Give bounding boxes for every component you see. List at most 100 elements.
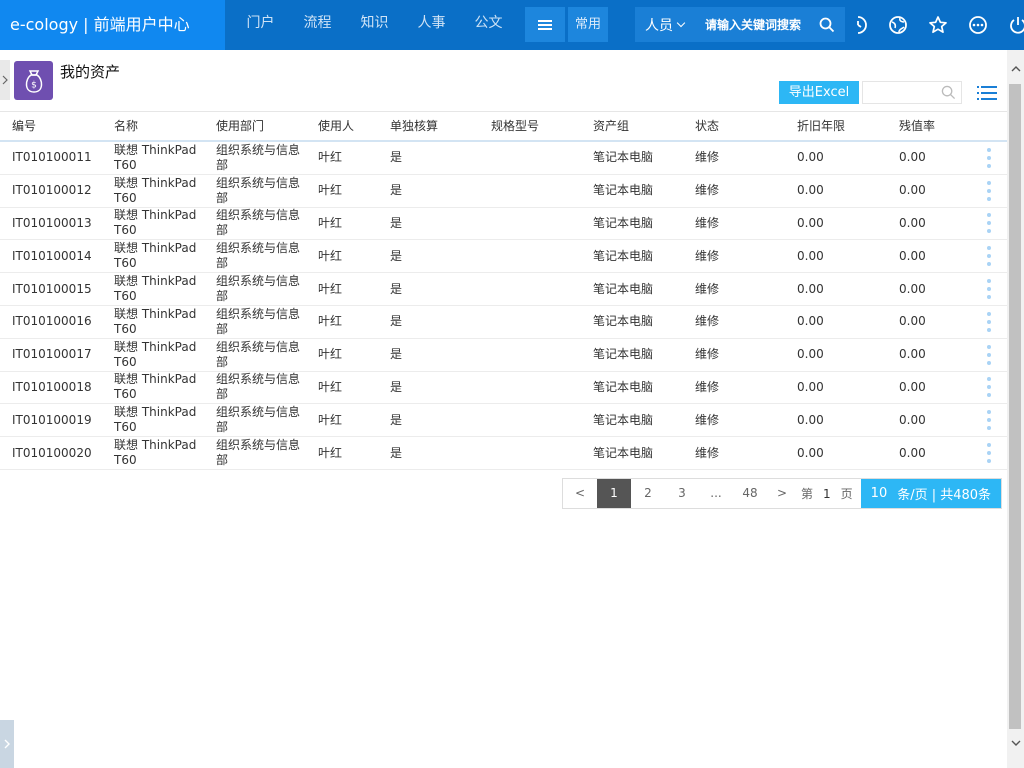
row-actions xyxy=(971,405,1007,435)
cell-depreciation-years: 0.00 xyxy=(797,248,824,263)
globe-icon[interactable] xyxy=(878,0,918,50)
page-size-select[interactable]: 10 条/页 | 共480条 xyxy=(860,479,1002,508)
row-actions xyxy=(971,274,1007,304)
clock-icon[interactable] xyxy=(838,0,878,50)
cell-separate-accounting: 是 xyxy=(390,215,403,230)
nav-item-knowledge[interactable]: 知识 xyxy=(346,0,403,50)
vertical-more-icon[interactable] xyxy=(971,438,1007,468)
nav-item-document[interactable]: 公文 xyxy=(460,0,517,50)
table-row[interactable]: IT010100014 联想 ThinkPad T60 组织系统与信息部 叶红 是 笔记本… xyxy=(0,240,1007,274)
page-button[interactable]: 48 xyxy=(733,479,767,508)
table-row[interactable]: IT010100016 联想 ThinkPad T60 组织系统与信息部 叶红 是 笔记本… xyxy=(0,306,1007,339)
column-header-spec-model[interactable]: 规格型号 xyxy=(479,119,581,134)
table-row[interactable]: IT010100018 联想 ThinkPad T60 组织系统与信息部 叶红 是 笔记本… xyxy=(0,372,1007,405)
cell-name[interactable]: 联想 ThinkPad T60 xyxy=(102,372,204,402)
prev-page-button[interactable]: < xyxy=(563,479,597,508)
table-row[interactable]: IT010100013 联想 ThinkPad T60 组织系统与信息部 叶红 是 笔记本… xyxy=(0,208,1007,241)
search-scope-dropdown[interactable]: 人员 xyxy=(635,15,697,35)
vertical-more-icon[interactable] xyxy=(971,372,1007,402)
cell-asset-group: 笔记本电脑 xyxy=(593,281,654,296)
scrollbar-thumb[interactable] xyxy=(1009,84,1021,729)
cell-status: 维修 xyxy=(695,215,720,230)
table-row[interactable]: IT010100011 联想 ThinkPad T60 组织系统与信息部 叶红 是 笔记本… xyxy=(0,142,1007,175)
search-input[interactable] xyxy=(697,7,813,42)
cell-name[interactable]: 联想 ThinkPad T60 xyxy=(102,143,204,173)
vertical-more-icon[interactable] xyxy=(971,274,1007,304)
scroll-up-icon[interactable] xyxy=(1007,58,1024,80)
nav-item-hr[interactable]: 人事 xyxy=(403,0,460,50)
vertical-more-icon[interactable] xyxy=(971,340,1007,370)
table-row[interactable]: IT010100015 联想 ThinkPad T60 组织系统与信息部 叶红 是 笔记本… xyxy=(0,273,1007,306)
more-icon[interactable] xyxy=(958,0,998,50)
scroll-down-icon[interactable] xyxy=(1007,732,1024,754)
table-row[interactable]: IT010100017 联想 ThinkPad T60 组织系统与信息部 叶红 是 笔记本… xyxy=(0,339,1007,372)
cell-user: 叶红 xyxy=(318,379,343,394)
list-view-icon[interactable] xyxy=(976,82,998,104)
page-size-value: 10 xyxy=(870,486,888,501)
column-header-residual-rate[interactable]: 残值率 xyxy=(887,119,971,134)
column-header-user[interactable]: 使用人 xyxy=(306,119,378,134)
page-button[interactable]: 2 xyxy=(631,479,665,508)
cell-name[interactable]: 联想 ThinkPad T60 xyxy=(102,438,204,468)
vertical-scrollbar[interactable] xyxy=(1007,50,1024,768)
cell-separate-accounting: 是 xyxy=(390,314,403,329)
nav-item-portal[interactable]: 门户 xyxy=(232,0,289,50)
cell-status: 维修 xyxy=(695,281,720,296)
column-header-separate-accounting[interactable]: 单独核算 xyxy=(378,119,479,134)
vertical-more-icon[interactable] xyxy=(971,241,1007,271)
cell-asset-group: 笔记本电脑 xyxy=(593,445,654,460)
table-body: IT010100011 联想 ThinkPad T60 组织系统与信息部 叶红是笔记本… xyxy=(0,142,1007,470)
page-ellipsis[interactable]: ... xyxy=(699,479,733,508)
cell-residual-rate: 0.00 xyxy=(899,379,926,394)
column-header-name[interactable]: 名称 xyxy=(102,119,204,134)
common-button[interactable]: 常用 xyxy=(568,7,608,42)
bottom-expand-handle[interactable] xyxy=(0,720,14,768)
column-header-status[interactable]: 状态 xyxy=(683,119,785,134)
cell-name[interactable]: 联想 ThinkPad T60 xyxy=(102,405,204,435)
column-header-depreciation-years[interactable]: 折旧年限 xyxy=(785,119,887,134)
goto-page-input[interactable]: 1 xyxy=(819,487,835,501)
cell-residual-rate: 0.00 xyxy=(899,445,926,460)
star-icon[interactable] xyxy=(918,0,958,50)
search-icon[interactable] xyxy=(813,7,841,42)
vertical-more-icon[interactable] xyxy=(971,143,1007,173)
cell-user: 叶红 xyxy=(318,150,343,165)
sidebar-expand-handle[interactable] xyxy=(0,60,10,100)
table-row[interactable]: IT010100012 联想 ThinkPad T60 组织系统与信息部 叶红 是 笔记本… xyxy=(0,175,1007,208)
cell-department: 组织系统与信息部 xyxy=(216,306,301,336)
search-icon[interactable] xyxy=(941,85,956,103)
export-excel-button[interactable]: 导出Excel xyxy=(779,81,859,104)
table-row[interactable]: IT010100020 联想 ThinkPad T60 组织系统与信息部 叶红 是 笔记本… xyxy=(0,437,1007,470)
table-search-input[interactable] xyxy=(863,82,939,103)
vertical-more-icon[interactable] xyxy=(971,405,1007,435)
cell-asset-group: 笔记本电脑 xyxy=(593,412,654,427)
cell-depreciation-years: 0.00 xyxy=(797,412,824,427)
column-header-asset-group[interactable]: 资产组 xyxy=(581,119,683,134)
table-row[interactable]: IT010100019 联想 ThinkPad T60 组织系统与信息部 叶红 是 笔记本… xyxy=(0,404,1007,438)
nav-item-workflow[interactable]: 流程 xyxy=(289,0,346,50)
page-button[interactable]: 3 xyxy=(665,479,699,508)
cell-name[interactable]: 联想 ThinkPad T60 xyxy=(102,307,204,337)
goto-prefix: 第 xyxy=(801,487,814,501)
pagination: < 1 2 3... 48 > 第 1 页 10 条/页 | 共480条 xyxy=(562,478,1003,509)
cell-department: 组织系统与信息部 xyxy=(216,372,301,402)
cell-status: 维修 xyxy=(695,379,720,394)
cell-name[interactable]: 联想 ThinkPad T60 xyxy=(102,176,204,206)
column-header-department[interactable]: 使用部门 xyxy=(204,119,306,134)
vertical-more-icon[interactable] xyxy=(971,307,1007,337)
menu-button[interactable] xyxy=(525,7,565,42)
power-icon[interactable] xyxy=(998,0,1024,50)
vertical-more-icon[interactable] xyxy=(971,176,1007,206)
vertical-more-icon[interactable] xyxy=(971,208,1007,238)
cell-user: 叶红 xyxy=(318,314,343,329)
cell-name[interactable]: 联想 ThinkPad T60 xyxy=(102,274,204,304)
cell-name[interactable]: 联想 ThinkPad T60 xyxy=(102,208,204,238)
cell-name[interactable]: 联想 ThinkPad T60 xyxy=(102,241,204,271)
row-actions xyxy=(971,438,1007,468)
next-page-button[interactable]: > xyxy=(767,479,797,508)
cell-name[interactable]: 联想 ThinkPad T60 xyxy=(102,340,204,370)
cell-status: 维修 xyxy=(695,347,720,362)
app-brand[interactable]: e-cology | 前端用户中心 xyxy=(0,0,225,50)
page-button[interactable]: 1 xyxy=(597,479,631,508)
column-header-code[interactable]: 编号 xyxy=(0,119,102,134)
